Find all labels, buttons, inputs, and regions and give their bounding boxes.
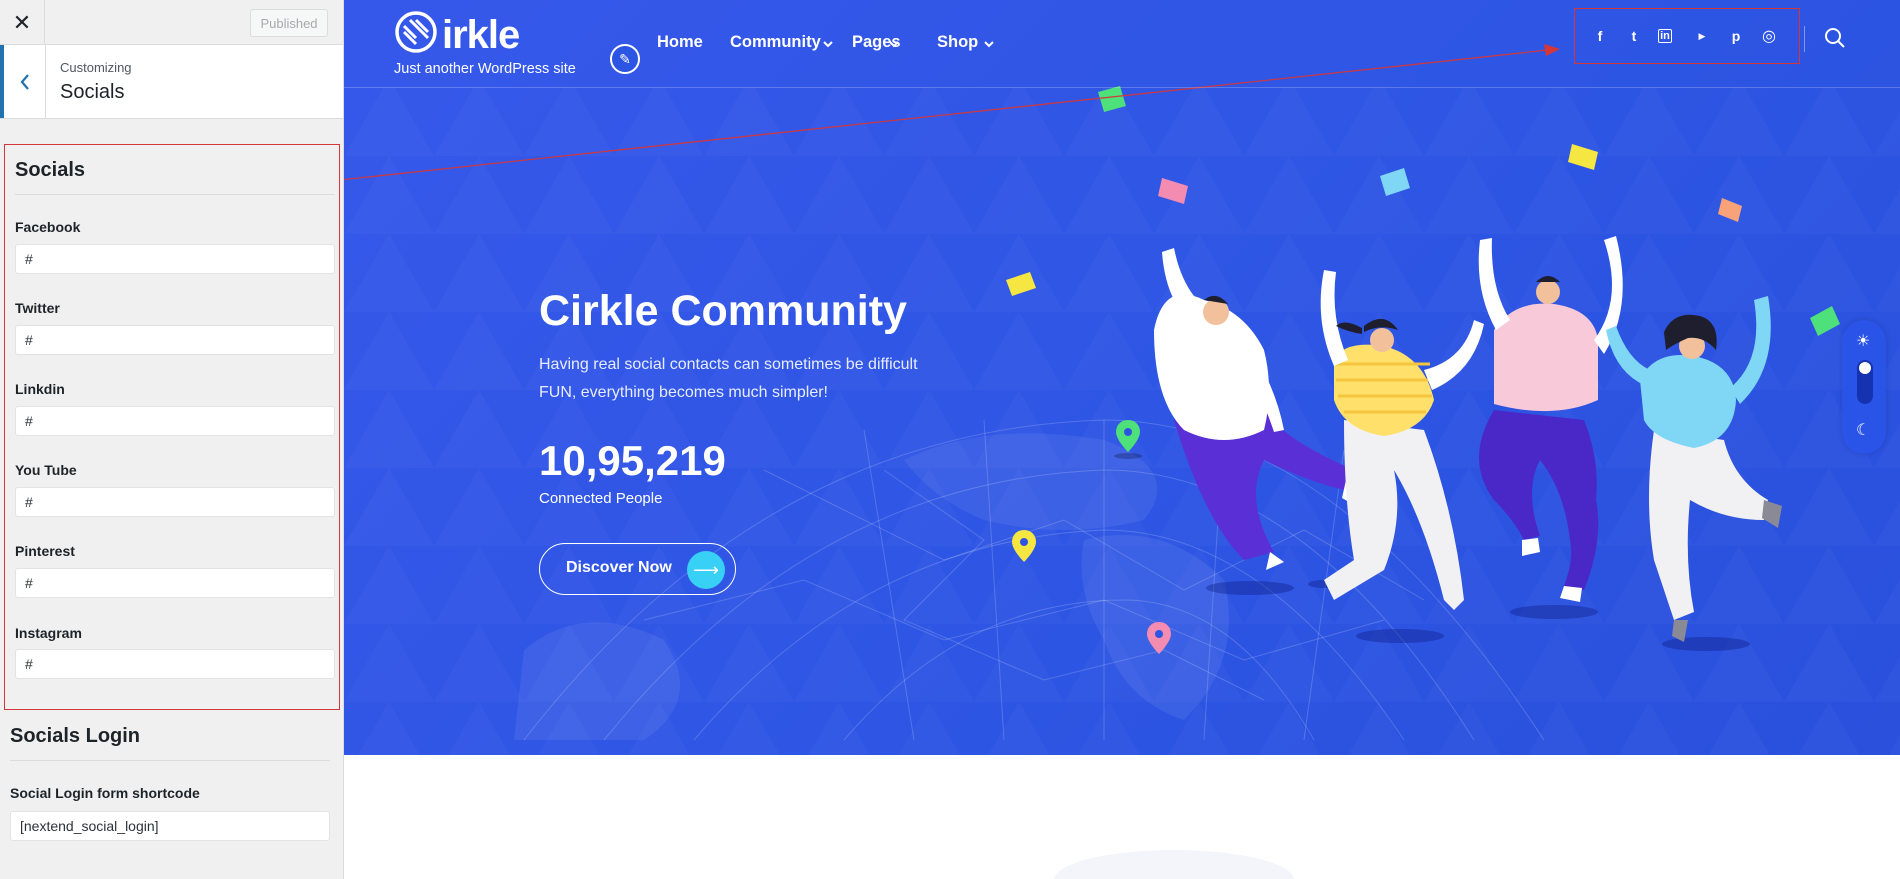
- site-logo[interactable]: irkle: [394, 10, 520, 59]
- lower-section-decoration: [1054, 850, 1294, 879]
- section-header: Customizing Socials: [0, 45, 343, 119]
- facebook-input[interactable]: #: [15, 244, 335, 274]
- logo-text: irkle: [442, 13, 520, 57]
- facebook-icon[interactable]: f: [1590, 26, 1610, 46]
- arrow-right-icon: ⟶: [687, 551, 725, 589]
- toggle-knob[interactable]: [1859, 362, 1871, 374]
- pinterest-input[interactable]: #: [15, 568, 335, 598]
- chevron-down-icon: [823, 41, 833, 48]
- socials-login-heading: Socials Login: [10, 725, 141, 747]
- login-shortcode-label: Social Login form shortcode: [10, 785, 200, 801]
- nav-shop[interactable]: Shop: [937, 33, 978, 52]
- socials-heading: Socials: [15, 159, 86, 181]
- linkedin-input[interactable]: #: [15, 406, 335, 436]
- section-title: Socials: [60, 81, 125, 103]
- divider: [10, 760, 330, 761]
- youtube-label: You Tube: [15, 462, 77, 478]
- hero-description-line1: Having real social contacts can sometime…: [539, 356, 918, 373]
- moon-icon: ☾: [1856, 422, 1871, 439]
- login-shortcode-input[interactable]: [nextend_social_login]: [10, 811, 330, 841]
- instagram-icon[interactable]: ◎: [1759, 26, 1779, 46]
- discover-now-button[interactable]: Discover Now ⟶: [539, 543, 736, 595]
- instagram-input[interactable]: #: [15, 649, 335, 679]
- facebook-label: Facebook: [15, 219, 81, 235]
- chevron-down-icon: [984, 41, 994, 48]
- chevron-left-icon: [20, 73, 29, 90]
- cirkle-logo-icon: [395, 11, 437, 53]
- customizer-sidebar: ✕ Published Customizing Socials Socials …: [0, 0, 344, 879]
- close-customizer-button[interactable]: ✕: [0, 0, 45, 45]
- discover-now-label: Discover Now: [566, 559, 672, 576]
- twitter-input[interactable]: #: [15, 325, 335, 355]
- hero-description-line2: FUN, everything becomes much simpler!: [539, 384, 828, 401]
- connected-label: Connected People: [539, 490, 663, 507]
- header-separator: [1804, 26, 1805, 52]
- customizing-label: Customizing: [60, 60, 132, 75]
- hero-section: irkle Just another WordPress site ✎ Home…: [344, 0, 1900, 755]
- linkedin-icon[interactable]: in: [1658, 29, 1672, 43]
- socials-panel-highlight: Socials Facebook # Twitter # Linkdin # Y…: [4, 144, 340, 710]
- nav-community[interactable]: Community: [730, 33, 821, 52]
- back-button[interactable]: [0, 45, 46, 118]
- header-divider: [344, 87, 1900, 88]
- customizer-topbar: ✕ Published: [0, 0, 343, 45]
- theme-toggle[interactable]: ☀ ☾: [1842, 320, 1886, 454]
- sun-icon: ☀: [1856, 333, 1871, 350]
- youtube-input[interactable]: #: [15, 487, 335, 517]
- site-preview: irkle Just another WordPress site ✎ Home…: [344, 0, 1900, 879]
- pencil-icon: ✎: [619, 50, 631, 67]
- published-button[interactable]: Published: [250, 9, 328, 37]
- site-tagline: Just another WordPress site: [394, 61, 576, 77]
- twitter-label: Twitter: [15, 300, 60, 316]
- youtube-icon[interactable]: ▶: [1692, 26, 1712, 46]
- connected-count: 10,95,219: [539, 437, 726, 484]
- pinterest-label: Pinterest: [15, 543, 75, 559]
- annotation-arrow: [344, 44, 1560, 181]
- instagram-label: Instagram: [15, 625, 82, 641]
- search-icon[interactable]: [1824, 27, 1846, 49]
- edit-shortcut-button[interactable]: ✎: [610, 44, 640, 74]
- linkedin-label: Linkdin: [15, 381, 65, 397]
- chevron-down-icon: [889, 41, 899, 48]
- nav-home[interactable]: Home: [657, 33, 703, 52]
- twitter-icon[interactable]: t: [1624, 26, 1644, 46]
- hero-title: Cirkle Community: [539, 287, 907, 335]
- pinterest-icon[interactable]: p: [1726, 26, 1746, 46]
- divider: [15, 194, 335, 195]
